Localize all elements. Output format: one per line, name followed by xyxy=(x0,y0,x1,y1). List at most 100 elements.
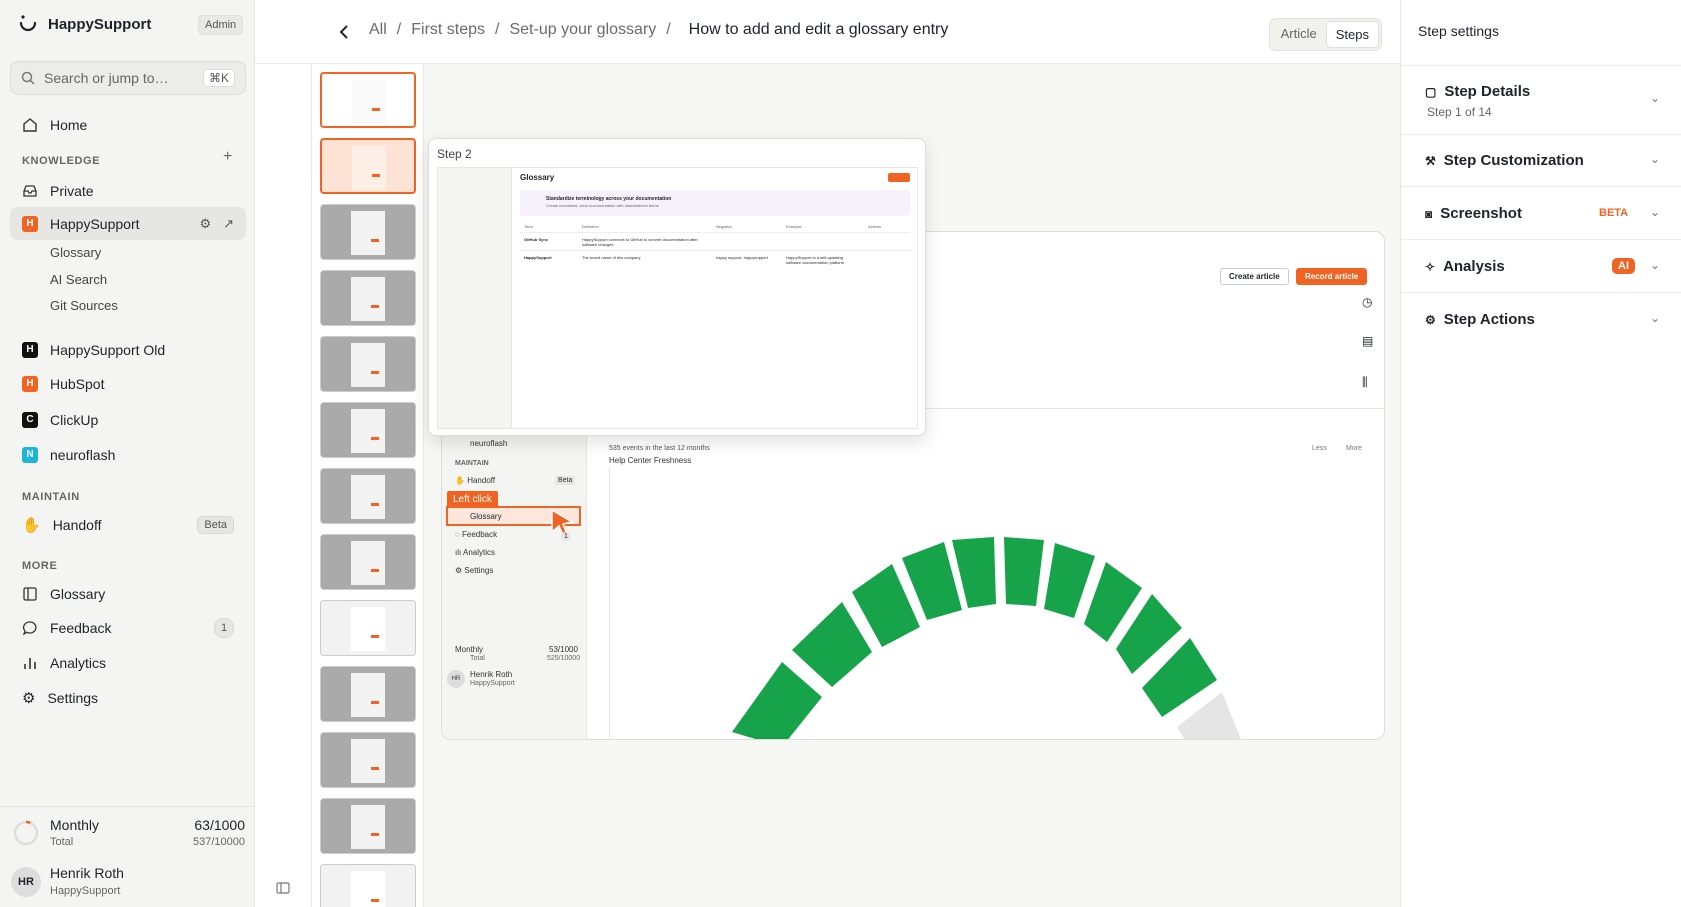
step-thumbnail[interactable] xyxy=(320,72,416,128)
ss-handoff: ✋ Handoff xyxy=(455,476,496,485)
user-profile[interactable]: HR Henrik Roth HappySupport xyxy=(0,857,255,907)
user-org: HappySupport xyxy=(50,885,121,897)
ss-feedback: ◌ Feedback xyxy=(455,530,498,539)
space-letter-icon: C xyxy=(22,411,38,428)
chevron-down-icon[interactable]: ⌄ xyxy=(1650,311,1660,325)
section-step-customization[interactable]: ⚒ Step Customization ⌄ xyxy=(1401,135,1681,187)
step-thumbnail[interactable] xyxy=(320,138,416,194)
tab-article[interactable]: Article xyxy=(1272,21,1326,48)
section-analysis[interactable]: ✧ Analysis AI ⌄ xyxy=(1401,240,1681,293)
section-screenshot[interactable]: ◙ Screenshot BETA ⌄ xyxy=(1401,187,1681,240)
crumb-glossary[interactable]: Set-up your glossary xyxy=(509,21,656,39)
search-input[interactable]: Search or jump to… ⌘K xyxy=(10,61,246,95)
nav-home[interactable]: Home xyxy=(10,108,246,141)
section-header: ✧ Analysis xyxy=(1425,258,1505,275)
space-letter-icon: H xyxy=(22,341,38,358)
chevron-down-icon[interactable]: ⌄ xyxy=(1650,91,1660,105)
smile-logo-icon xyxy=(19,15,37,32)
space-label: ClickUp xyxy=(50,411,99,428)
nav-handoff[interactable]: ✋ Handoff Beta xyxy=(10,508,246,541)
space-happysupport-label: HappySupport xyxy=(50,215,140,232)
chevron-down-icon[interactable]: ⌄ xyxy=(1650,152,1660,166)
sub-git-sources[interactable]: Git Sources xyxy=(50,298,118,313)
library-icon: ⫼ xyxy=(1362,375,1368,389)
role-badge: Admin xyxy=(198,15,244,35)
ss-settings: ⚙ Settings xyxy=(455,566,494,575)
ss-analytics: ılı Analytics xyxy=(455,548,496,557)
section-header: ⚙ Step Actions xyxy=(1425,311,1535,328)
tab-steps[interactable]: Steps xyxy=(1325,21,1379,48)
chevron-down-icon[interactable]: ⌄ xyxy=(1650,205,1660,219)
step-preview-popover: Step 2 Glossary Standardize terminology … xyxy=(428,138,926,436)
ss-less: Less xyxy=(1312,445,1327,452)
home-icon xyxy=(23,117,37,132)
wrench-icon: ⚒ xyxy=(1425,153,1436,168)
clock-icon: ◷ xyxy=(1362,295,1373,309)
chevron-down-icon[interactable]: ⌄ xyxy=(1650,258,1660,272)
nav-label: Feedback xyxy=(50,619,112,636)
ss-analytics-label: Analytics xyxy=(463,548,496,557)
row-neg: happy support, happysupport xyxy=(716,255,768,260)
document-icon: ▤ xyxy=(1362,334,1374,348)
space-neuroflash[interactable]: N neuroflash xyxy=(10,438,246,471)
usage-sub: Total xyxy=(50,836,74,848)
sub-ai-search[interactable]: AI Search xyxy=(50,272,107,287)
section-step-details[interactable]: ▢ Step Details Step 1 of 14 ⌄ xyxy=(1401,65,1681,135)
section-label: Step Details xyxy=(1444,83,1531,100)
page-title: How to add and edit a glossary entry xyxy=(688,21,949,38)
space-label: HubSpot xyxy=(50,375,105,392)
section-label: Screenshot xyxy=(1440,205,1522,222)
add-space-icon[interactable]: + xyxy=(223,148,232,166)
external-link-icon[interactable]: ↗ xyxy=(223,216,234,232)
chat-bubble-icon xyxy=(22,620,37,635)
step-thumbnail[interactable] xyxy=(320,402,416,458)
popover-mini-sidebar xyxy=(438,168,512,428)
ss-maintain: MAINTAIN xyxy=(455,460,489,467)
step-thumbnail[interactable] xyxy=(320,468,416,524)
step-thumbnail[interactable] xyxy=(320,336,416,392)
space-clickup[interactable]: C ClickUp xyxy=(10,403,246,436)
inbox-icon xyxy=(23,184,37,197)
step-thumbnail[interactable] xyxy=(320,534,416,590)
crumb-all[interactable]: All xyxy=(369,21,387,39)
ss-feedback-count: 1 xyxy=(561,532,571,541)
space-private[interactable]: Private xyxy=(10,174,246,207)
sidebar: HappySupport Admin Search or jump to… ⌘K… xyxy=(0,0,255,907)
crumb-first-steps[interactable]: First steps xyxy=(411,21,485,39)
step-thumbnail[interactable] xyxy=(320,204,416,260)
hand-icon: ✋ xyxy=(22,516,41,534)
nav-settings[interactable]: ⚙ Settings xyxy=(10,681,246,714)
space-letter-icon: H xyxy=(22,375,38,392)
nav-glossary[interactable]: Glossary xyxy=(10,577,246,610)
row-def: The brand name of this company xyxy=(582,255,641,260)
feedback-count: 1 xyxy=(214,617,234,638)
nav-analytics[interactable]: Analytics xyxy=(10,646,246,679)
usage-meter[interactable]: Monthly Total 63/1000 537/10000 xyxy=(0,806,255,856)
space-letter-icon: H xyxy=(22,215,38,232)
step-thumbnail[interactable] xyxy=(320,864,416,907)
col-term: Term xyxy=(524,224,533,229)
space-private-label: Private xyxy=(50,182,94,199)
space-happysupport[interactable]: H HappySupport ⚙ ↗ xyxy=(10,207,246,240)
maintain-heading: MAINTAIN xyxy=(22,491,80,503)
step-thumbnail[interactable] xyxy=(320,666,416,722)
brand-name: HappySupport xyxy=(48,15,152,33)
popover-orange-badge xyxy=(888,173,910,182)
space-happysupport-old[interactable]: H HappySupport Old xyxy=(10,333,246,366)
step-thumbnail[interactable] xyxy=(320,798,416,854)
gear-icon: ⚙ xyxy=(22,689,36,707)
brand[interactable]: HappySupport xyxy=(18,14,151,34)
beta-tag: BETA xyxy=(1599,207,1629,219)
step-thumbnail[interactable] xyxy=(320,270,416,326)
space-hubspot[interactable]: H HubSpot xyxy=(10,367,246,400)
nav-feedback[interactable]: Feedback 1 xyxy=(10,611,246,644)
section-step-actions[interactable]: ⚙ Step Actions ⌄ xyxy=(1401,293,1681,346)
gear-icon[interactable]: ⚙ xyxy=(199,216,211,232)
search-icon xyxy=(21,71,35,85)
step-thumbnail[interactable] xyxy=(320,732,416,788)
crumb-separator: / xyxy=(666,21,671,38)
collapse-panel-icon[interactable] xyxy=(276,881,290,895)
step-thumbnail[interactable] xyxy=(320,600,416,656)
sub-glossary[interactable]: Glossary xyxy=(50,245,101,260)
back-chevron-icon[interactable] xyxy=(338,24,350,40)
